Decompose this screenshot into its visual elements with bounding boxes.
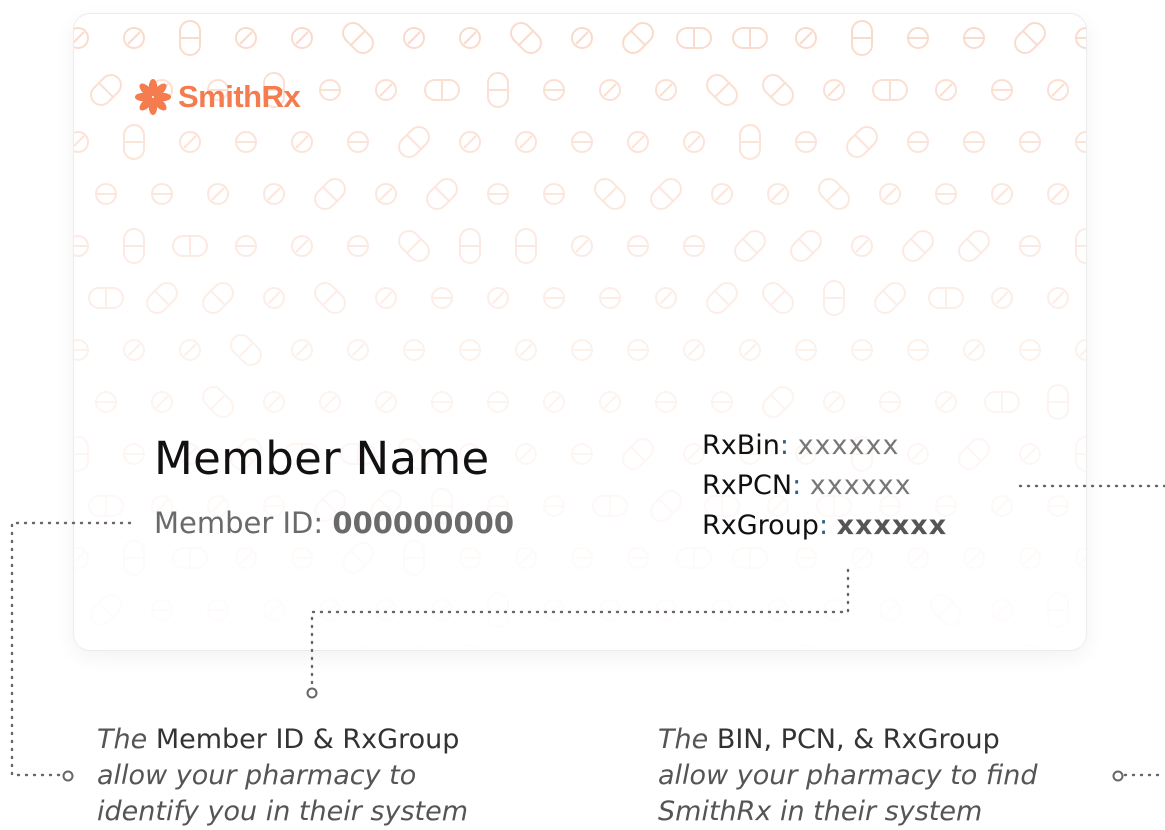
callout-dot-center	[306, 687, 318, 699]
callout-dot-left	[62, 770, 74, 782]
callout-lines	[10, 484, 1165, 782]
note-line: allow your pharmacy to	[97, 760, 417, 791]
callout-dot-right	[1112, 770, 1124, 782]
note-emphasis: BIN, PCN, & RxGroup	[716, 724, 1000, 755]
note-bin-pcn: The BIN, PCN, & RxGroup allow your pharm…	[658, 722, 1038, 830]
note-member-id: The Member ID & RxGroup allow your pharm…	[97, 722, 468, 830]
note-line: allow your pharmacy to find	[658, 760, 1038, 791]
note-emphasis: Member ID & RxGroup	[155, 724, 460, 755]
